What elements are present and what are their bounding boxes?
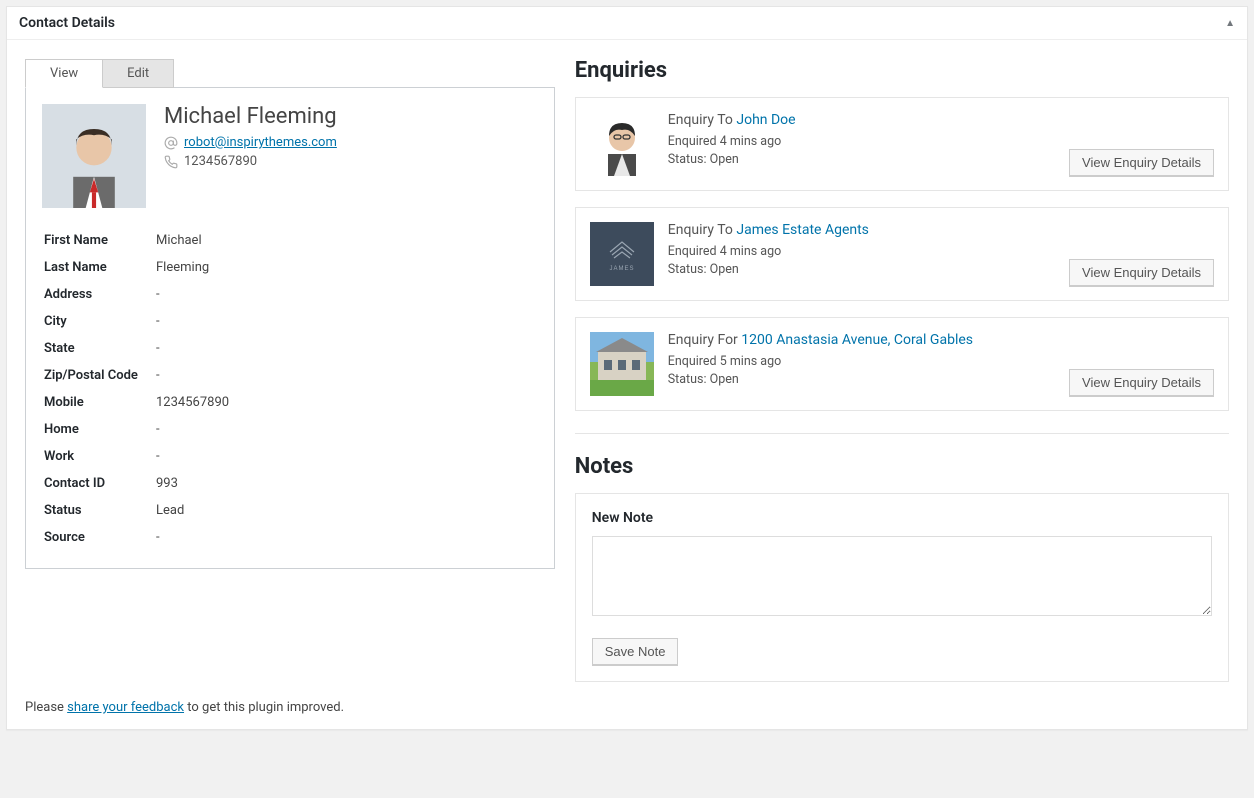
- footer-after: to get this plugin improved.: [184, 700, 344, 715]
- detail-value: -: [156, 363, 536, 388]
- tab-bar: View Edit: [25, 58, 555, 88]
- enquiry-title: Enquiry To John Doe: [668, 112, 1214, 128]
- table-row: Work-: [44, 444, 536, 469]
- email-line: robot@inspirythemes.com: [164, 135, 337, 150]
- enquiry-link[interactable]: John Doe: [736, 112, 795, 128]
- detail-value: -: [156, 282, 536, 307]
- enquiry-prefix: Enquiry To: [668, 112, 733, 128]
- enquiry-link[interactable]: James Estate Agents: [736, 222, 869, 238]
- detail-value: 1234567890: [156, 390, 536, 415]
- email-link[interactable]: robot@inspirythemes.com: [184, 135, 337, 150]
- notes-card: New Note Save Note: [575, 493, 1229, 682]
- detail-value: Fleeming: [156, 255, 536, 280]
- save-note-button[interactable]: Save Note: [592, 638, 679, 665]
- profile-info: Michael Fleeming robot@inspirythemes.com…: [164, 104, 337, 208]
- table-row: Mobile1234567890: [44, 390, 536, 415]
- detail-label: Contact ID: [44, 471, 154, 496]
- panel-title: Contact Details: [19, 15, 115, 31]
- table-row: Last NameFleeming: [44, 255, 536, 280]
- enquiry-link[interactable]: 1200 Anastasia Avenue, Coral Gables: [741, 332, 973, 348]
- footer-before: Please: [25, 700, 67, 715]
- detail-label: Home: [44, 417, 154, 442]
- new-note-input[interactable]: [592, 536, 1212, 616]
- view-enquiry-button[interactable]: View Enquiry Details: [1069, 259, 1214, 286]
- svg-text:JAMES: JAMES: [609, 266, 634, 272]
- table-row: First NameMichael: [44, 228, 536, 253]
- tab-view[interactable]: View: [25, 59, 103, 88]
- enquiry-time: Enquired 4 mins ago: [668, 134, 1214, 149]
- right-column: Enquiries Enquiry To John Doe Enquired 4…: [575, 58, 1229, 682]
- table-row: City-: [44, 309, 536, 334]
- enquiry-item: Enquiry To John Doe Enquired 4 mins ago …: [575, 97, 1229, 191]
- enquiry-item: Enquiry For 1200 Anastasia Avenue, Coral…: [575, 317, 1229, 411]
- table-row: Address-: [44, 282, 536, 307]
- detail-label: Zip/Postal Code: [44, 363, 154, 388]
- enquiry-prefix: Enquiry For: [668, 332, 738, 348]
- enquiry-time: Enquired 4 mins ago: [668, 244, 1214, 259]
- left-column: View Edit: [25, 58, 555, 682]
- panel-header: Contact Details ▲: [7, 7, 1247, 40]
- detail-value: -: [156, 444, 536, 469]
- table-row: StatusLead: [44, 498, 536, 523]
- tab-edit[interactable]: Edit: [103, 59, 174, 88]
- detail-value: -: [156, 309, 536, 334]
- collapse-toggle-icon[interactable]: ▲: [1225, 18, 1235, 29]
- phone-icon: [164, 155, 178, 169]
- enquiries-heading: Enquiries: [575, 58, 1229, 83]
- at-icon: [164, 136, 178, 150]
- detail-label: Status: [44, 498, 154, 523]
- feedback-link[interactable]: share your feedback: [67, 700, 184, 715]
- detail-label: Source: [44, 525, 154, 550]
- phone-line: 1234567890: [164, 154, 337, 169]
- footer-text: Please share your feedback to get this p…: [7, 700, 1247, 729]
- detail-value: -: [156, 417, 536, 442]
- phone-text: 1234567890: [184, 154, 257, 169]
- view-enquiry-button[interactable]: View Enquiry Details: [1069, 149, 1214, 176]
- section-divider: [575, 433, 1229, 434]
- view-enquiry-button[interactable]: View Enquiry Details: [1069, 369, 1214, 396]
- enquiry-thumbnail: JAMES: [590, 222, 654, 286]
- detail-label: Work: [44, 444, 154, 469]
- detail-value: 993: [156, 471, 536, 496]
- enquiry-thumbnail: [590, 112, 654, 176]
- profile-header: Michael Fleeming robot@inspirythemes.com…: [42, 104, 538, 208]
- table-row: Source-: [44, 525, 536, 550]
- detail-label: Address: [44, 282, 154, 307]
- table-row: State-: [44, 336, 536, 361]
- detail-label: Mobile: [44, 390, 154, 415]
- new-note-label: New Note: [592, 510, 1212, 526]
- detail-label: Last Name: [44, 255, 154, 280]
- detail-value: Lead: [156, 498, 536, 523]
- contact-details-panel: Contact Details ▲ View Edit: [6, 6, 1248, 730]
- details-table: First NameMichaelLast NameFleemingAddres…: [42, 226, 538, 552]
- panel-body: View Edit: [7, 40, 1247, 700]
- enquiry-title: Enquiry To James Estate Agents: [668, 222, 1214, 238]
- detail-label: First Name: [44, 228, 154, 253]
- contact-card: Michael Fleeming robot@inspirythemes.com…: [25, 87, 555, 569]
- enquiry-prefix: Enquiry To: [668, 222, 733, 238]
- detail-value: Michael: [156, 228, 536, 253]
- detail-value: -: [156, 336, 536, 361]
- enquiries-list: Enquiry To John Doe Enquired 4 mins ago …: [575, 97, 1229, 411]
- notes-heading: Notes: [575, 454, 1229, 479]
- avatar: [42, 104, 146, 208]
- enquiry-thumbnail: [590, 332, 654, 396]
- enquiry-title: Enquiry For 1200 Anastasia Avenue, Coral…: [668, 332, 1214, 348]
- detail-value: -: [156, 525, 536, 550]
- table-row: Zip/Postal Code-: [44, 363, 536, 388]
- enquiry-time: Enquired 5 mins ago: [668, 354, 1214, 369]
- detail-label: State: [44, 336, 154, 361]
- contact-name: Michael Fleeming: [164, 104, 337, 129]
- enquiry-item: JAMES Enquiry To James Estate Agents Enq…: [575, 207, 1229, 301]
- detail-label: City: [44, 309, 154, 334]
- table-row: Home-: [44, 417, 536, 442]
- table-row: Contact ID993: [44, 471, 536, 496]
